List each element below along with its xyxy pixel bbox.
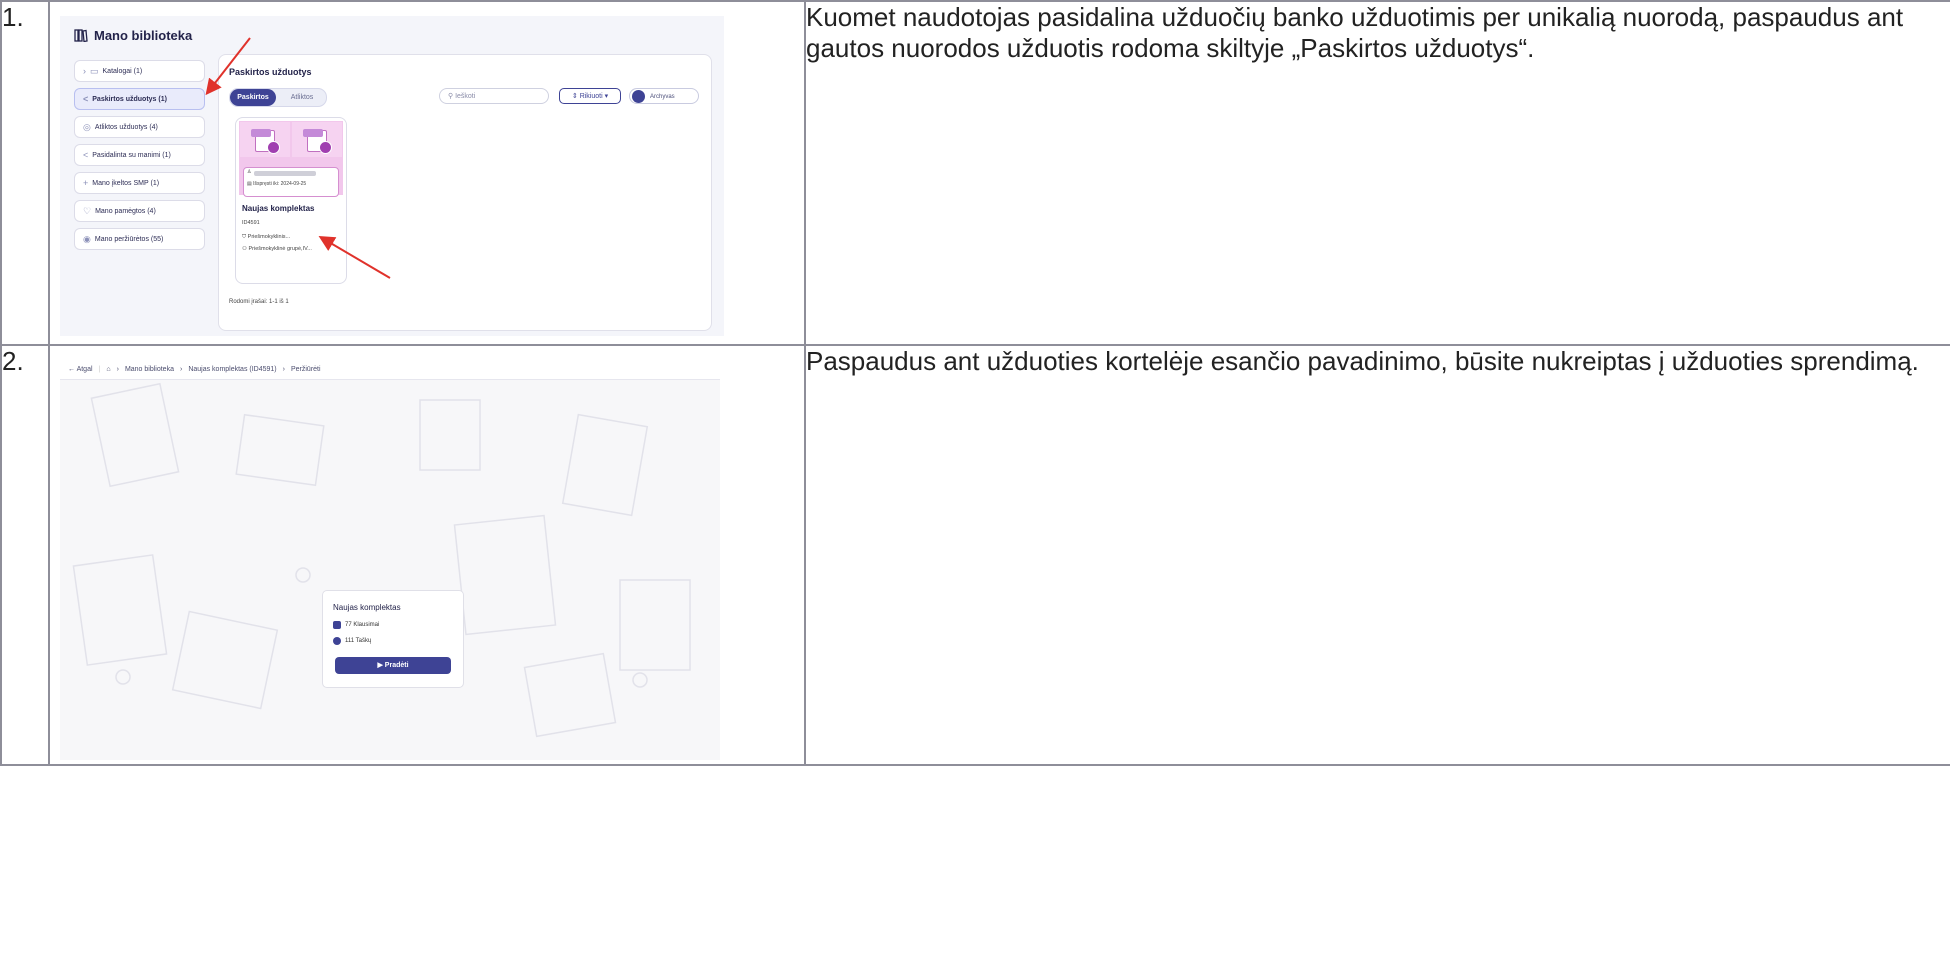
questions-count: 77 Klausimai <box>333 621 379 629</box>
back-button[interactable]: ← Atgal <box>68 360 93 380</box>
row-description: Paspaudus ant užduoties kortelėje esanči… <box>804 344 1950 766</box>
row-number: 1. <box>0 0 50 346</box>
breadcrumb-set[interactable]: Naujas komplektas (ID4591) <box>188 360 276 380</box>
start-card-title: Naujas komplektas <box>333 603 401 612</box>
table-row: 2. ← Atgal | ⌂ › Mano biblioteka › Nauja… <box>0 344 1950 766</box>
points-count: 111 Taškų <box>333 637 371 645</box>
arrow-to-sidebar <box>205 37 251 96</box>
breadcrumb: ← Atgal | ⌂ › Mano biblioteka › Naujas k… <box>60 360 720 380</box>
table-row: 1. Mano biblioteka › ▭ Katalogai (1) < Pask… <box>0 0 1950 346</box>
row-number: 2. <box>0 344 50 766</box>
breadcrumb-preview: Peržiūrėti <box>290 365 321 373</box>
background-pattern <box>72 382 691 738</box>
list-icon <box>333 621 341 629</box>
star-icon <box>333 637 341 645</box>
start-card: Naujas komplektas 77 Klausimai 111 Taškų… <box>322 590 464 688</box>
home-icon[interactable]: ⌂ <box>106 360 110 380</box>
start-button[interactable]: ▶ Pradėti <box>335 657 451 674</box>
library-screenshot: Mano biblioteka › ▭ Katalogai (1) < Paskirt… <box>60 16 724 336</box>
breadcrumb-library[interactable]: Mano biblioteka <box>125 360 174 380</box>
annotation-arrows <box>205 37 391 279</box>
screenshot-cell: Mano biblioteka › ▭ Katalogai (1) < Paskirt… <box>48 0 806 346</box>
play-icon: ▶ <box>377 662 385 669</box>
screenshot-cell: ← Atgal | ⌂ › Mano biblioteka › Naujas k… <box>48 344 806 766</box>
row-description: Kuomet naudotojas pasidalina užduočių ba… <box>804 0 1950 346</box>
instruction-table: 1. Mano biblioteka › ▭ Katalogai (1) < Pask… <box>0 0 1950 766</box>
task-preview-screenshot: ← Atgal | ⌂ › Mano biblioteka › Naujas k… <box>60 360 720 760</box>
arrow-to-card <box>318 235 391 279</box>
